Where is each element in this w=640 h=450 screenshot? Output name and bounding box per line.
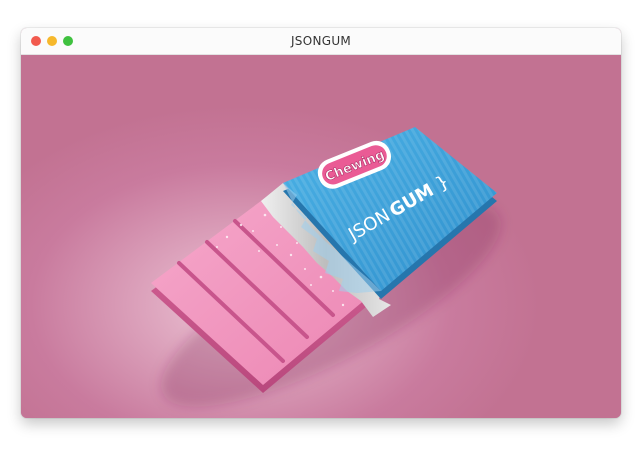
app-window: JSONGUM Chewing JSONGUM} (21, 28, 621, 418)
title-bar: JSONGUM (21, 28, 621, 55)
chewing-gum-illustration: Chewing JSONGUM} (151, 127, 501, 407)
window-title: JSONGUM (290, 34, 352, 48)
content-area: Chewing JSONGUM} (21, 55, 621, 418)
